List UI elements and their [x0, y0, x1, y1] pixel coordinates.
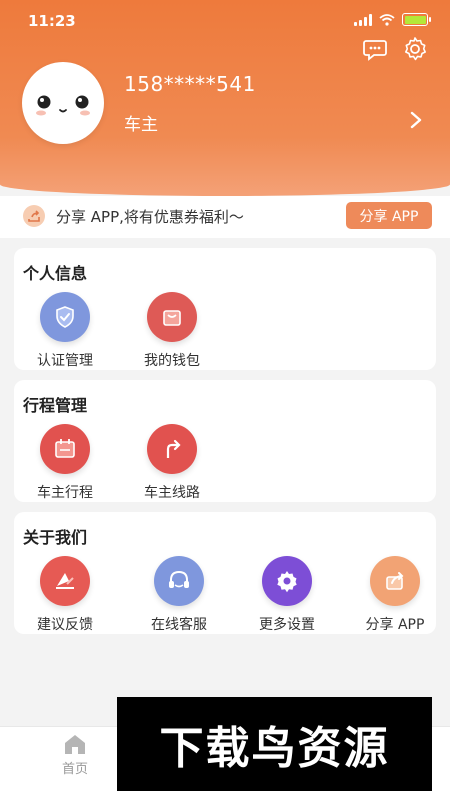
avatar[interactable]: [22, 62, 104, 144]
menu-item-more-settings[interactable]: 更多设置: [242, 556, 332, 634]
tab-home-label: 首页: [61, 762, 88, 777]
menu-item-owner-routes[interactable]: 车主线路: [127, 424, 217, 502]
menu-item-label: 认证管理: [37, 353, 93, 369]
section-about-us: 关于我们 建议反馈 在线客服 更多设置 分享 APP: [14, 512, 436, 634]
status-bar: 11:23: [0, 0, 450, 40]
status-time: 11:23: [28, 12, 76, 30]
menu-item-label: 我的钱包: [144, 353, 200, 369]
profile-role: 车主: [124, 115, 158, 135]
watermark-banner: 下载鸟资源: [117, 697, 432, 791]
share-bar: 分享 APP,将有优惠券福利～ 分享 APP: [0, 196, 450, 238]
settings-icon[interactable]: [402, 36, 428, 62]
menu-item-share-app[interactable]: 分享 APP: [350, 556, 440, 634]
menu-item-customer-service[interactable]: 在线客服: [134, 556, 224, 634]
share-small-icon: [23, 205, 45, 227]
header-actions: [362, 36, 428, 62]
headset-icon: [154, 556, 204, 606]
menu-item-label: 建议反馈: [37, 617, 93, 633]
tab-home[interactable]: 首页: [50, 733, 100, 777]
calendar-icon: [40, 424, 90, 474]
share-promo-text: 分享 APP,将有优惠券福利～: [56, 208, 244, 226]
feedback-icon: [40, 556, 90, 606]
menu-item-label: 分享 APP: [365, 617, 425, 633]
menu-item-owner-trips[interactable]: 车主行程: [20, 424, 110, 502]
battery-icon: [402, 13, 431, 26]
status-indicators: [354, 13, 431, 26]
section-personal-info: 个人信息 认证管理 我的钱包: [14, 248, 436, 370]
menu-item-certification[interactable]: 认证管理: [20, 292, 110, 370]
home-icon: [65, 735, 85, 754]
section-trip-management: 行程管理 车主行程 车主线路: [14, 380, 436, 502]
signal-icon: [354, 13, 372, 26]
section-title: 关于我们: [23, 528, 88, 547]
menu-item-wallet[interactable]: 我的钱包: [127, 292, 217, 370]
menu-item-label: 车主行程: [37, 485, 93, 501]
chevron-right-icon[interactable]: [408, 111, 424, 129]
menu-item-label: 更多设置: [259, 617, 315, 633]
gear-icon: [262, 556, 312, 606]
route-arrow-icon: [147, 424, 197, 474]
menu-item-label: 在线客服: [151, 617, 207, 633]
profile-phone: 158*****541: [124, 72, 256, 96]
shield-check-icon: [40, 292, 90, 342]
section-title: 行程管理: [23, 396, 88, 415]
message-icon[interactable]: [362, 36, 388, 62]
share-app-button[interactable]: 分享 APP: [346, 202, 432, 229]
menu-item-label: 车主线路: [144, 485, 200, 501]
wifi-icon: [379, 13, 395, 26]
share-icon: [370, 556, 420, 606]
wallet-bag-icon: [147, 292, 197, 342]
avatar-face-icon: [36, 95, 90, 116]
menu-item-feedback[interactable]: 建议反馈: [20, 556, 110, 634]
section-title: 个人信息: [23, 264, 88, 283]
